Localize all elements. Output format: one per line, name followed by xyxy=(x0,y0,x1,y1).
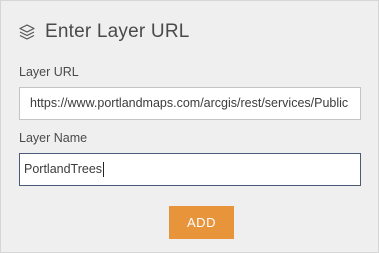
layer-name-input[interactable]: PortlandTrees xyxy=(19,153,361,186)
text-caret xyxy=(103,162,105,178)
dialog-title: Enter Layer URL xyxy=(45,21,190,42)
layers-icon xyxy=(18,23,36,41)
add-button[interactable]: ADD xyxy=(169,206,234,239)
layer-url-value: https://www.portlandmaps.com/arcgis/rest… xyxy=(30,96,349,110)
layer-name-label: Layer Name xyxy=(19,131,88,145)
layer-name-value: PortlandTrees xyxy=(24,162,103,176)
panel-header: Enter Layer URL xyxy=(18,18,190,46)
layer-url-input[interactable]: https://www.portlandmaps.com/arcgis/rest… xyxy=(19,87,361,120)
add-button-label: ADD xyxy=(187,215,216,230)
enter-layer-url-panel: Enter Layer URL Layer URL https://www.po… xyxy=(0,0,379,253)
layer-url-label: Layer URL xyxy=(19,65,79,79)
